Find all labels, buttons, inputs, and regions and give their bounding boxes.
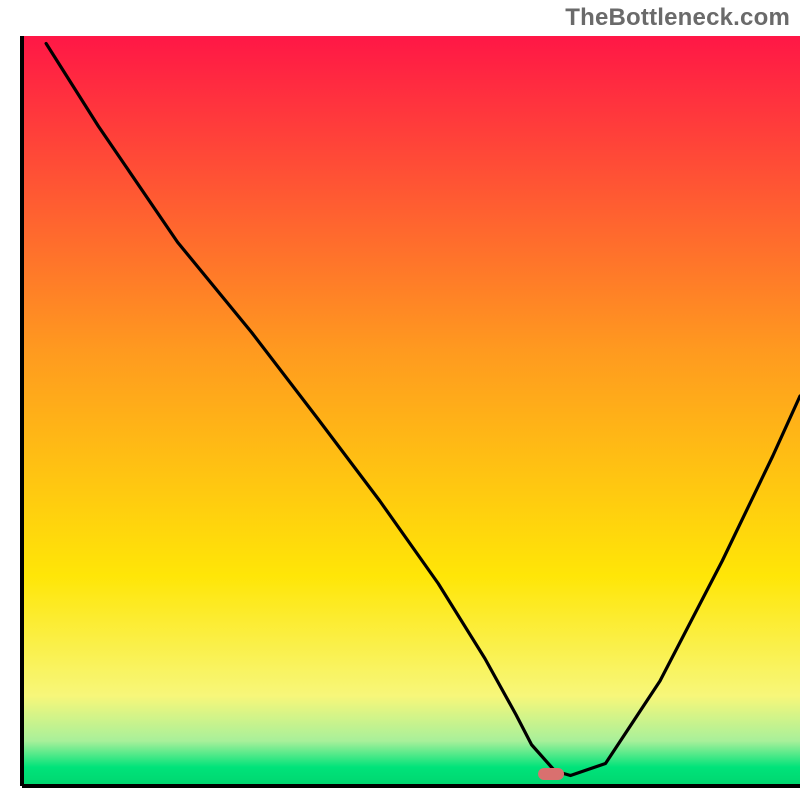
- chart-svg: [0, 0, 800, 800]
- plot-background: [22, 36, 800, 786]
- optimal-marker: [538, 768, 564, 780]
- watermark: TheBottleneck.com: [565, 4, 790, 32]
- bottleneck-chart: TheBottleneck.com: [0, 0, 800, 800]
